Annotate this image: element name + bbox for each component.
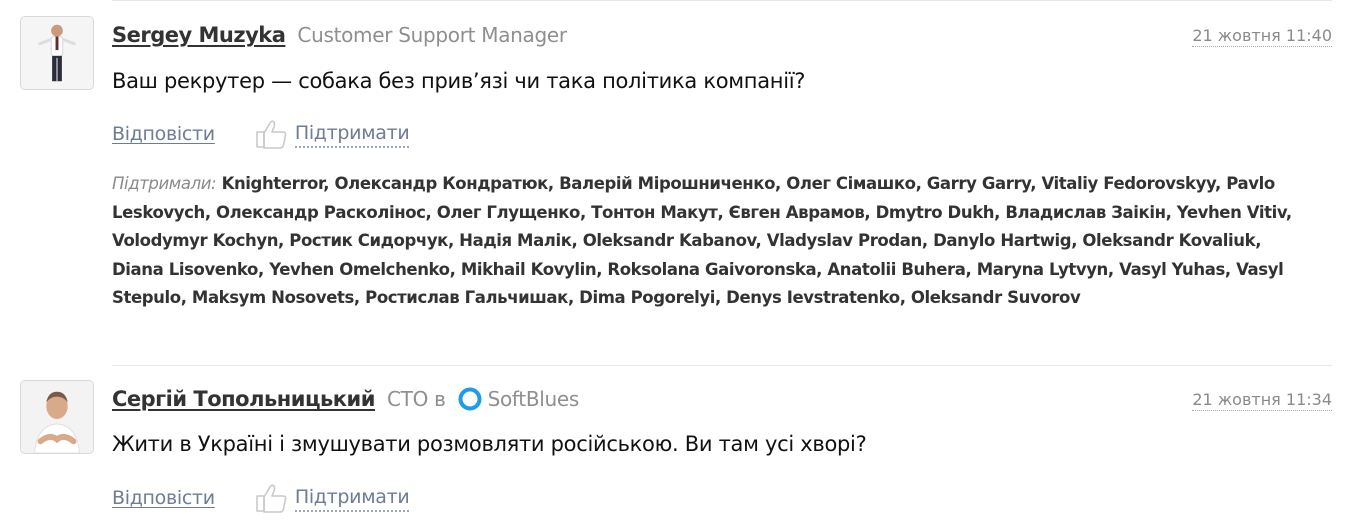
softblues-logo-icon[interactable]: [458, 387, 482, 411]
author-position: Customer Support Manager: [297, 23, 567, 47]
thumbs-up-icon[interactable]: [253, 481, 289, 515]
author-name[interactable]: Сергій Топольницький: [112, 387, 375, 411]
avatar[interactable]: [20, 16, 94, 90]
author-position: CTO в: [386, 387, 446, 411]
avatar-image: [21, 381, 93, 453]
reply-link[interactable]: Відповісти: [112, 123, 215, 145]
thumbs-up-icon[interactable]: [253, 117, 289, 151]
comment-actions: Відповісти Підтримати: [112, 116, 410, 152]
avatar-image: [21, 17, 93, 89]
comment-actions: Відповісти Підтримати: [112, 480, 410, 516]
comment-text: Жити в Україні і змушувати розмовляти ро…: [112, 432, 867, 456]
comment-date[interactable]: 21 жовтня 11:40: [1192, 26, 1332, 47]
comment-divider: [112, 0, 1332, 1]
comment-header: Sergey Muzyka Customer Support Manager: [112, 20, 567, 50]
support-button[interactable]: Підтримати: [294, 120, 410, 148]
author-name[interactable]: Sergey Muzyka: [112, 23, 286, 47]
comments-thread: Sergey Muzyka Customer Support Manager 2…: [0, 0, 1366, 531]
comment-divider: [112, 365, 1332, 366]
comment-header: Сергій Топольницький CTO в SoftBlues: [112, 384, 579, 414]
supporters-list: Підтримали: Knighterror, Олександр Кондр…: [112, 170, 1312, 313]
supporters-names[interactable]: Knighterror, Олександр Кондратюк, Валері…: [112, 174, 1292, 307]
company-name[interactable]: SoftBlues: [488, 387, 580, 411]
avatar[interactable]: [20, 380, 94, 454]
support-button[interactable]: Підтримати: [294, 484, 410, 512]
comment-date[interactable]: 21 жовтня 11:34: [1192, 390, 1332, 411]
reply-link[interactable]: Відповісти: [112, 487, 215, 509]
comment-text: Ваш рекрутер — собака без прив’язі чи та…: [112, 69, 806, 93]
supporters-label: Підтримали:: [112, 174, 217, 193]
